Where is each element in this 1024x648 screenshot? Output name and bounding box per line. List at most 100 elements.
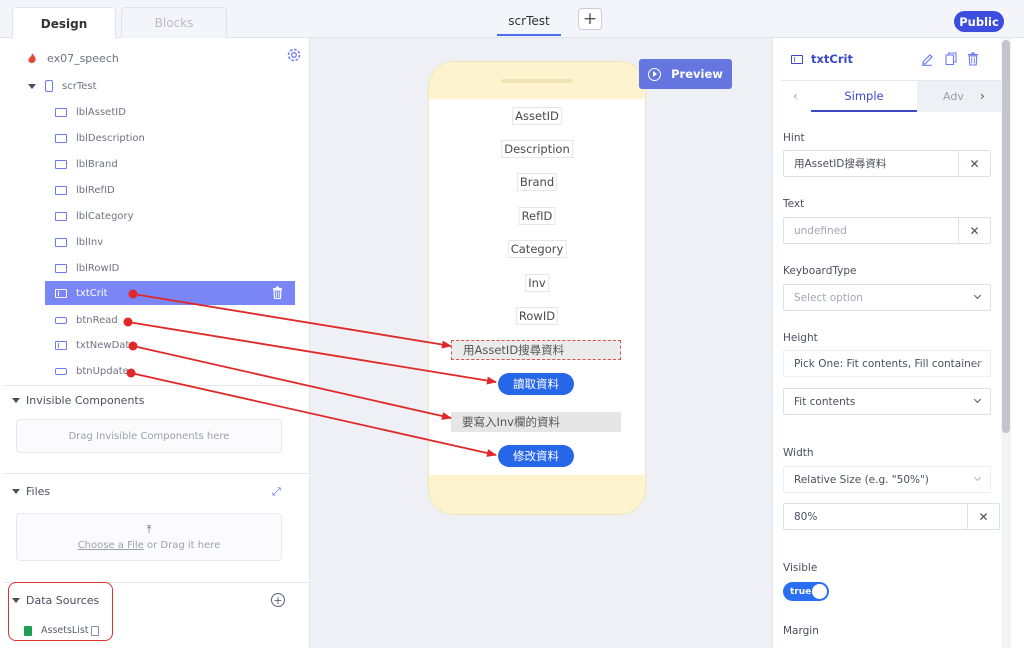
canvas-lbl-category[interactable]: Category	[507, 240, 567, 258]
section-title: Files	[26, 485, 51, 498]
tab-design[interactable]: Design	[12, 7, 116, 39]
toggle-value: true	[790, 586, 812, 597]
project-name: ex07_speech	[47, 51, 119, 65]
label-icon	[55, 107, 67, 117]
chevron-down-icon	[973, 395, 982, 404]
collapse-caret-icon[interactable]	[12, 398, 20, 403]
width-mode-select[interactable]: Relative Size (e.g. "50%")	[783, 466, 991, 493]
settings-gear-icon[interactable]	[286, 47, 302, 63]
drop-zone-text: Drag Invisible Components here	[68, 430, 230, 442]
canvas-lbl-description[interactable]: Description	[501, 140, 573, 158]
collapse-caret-icon[interactable]	[12, 489, 20, 494]
height-value-select[interactable]: Fit contents	[783, 388, 991, 415]
section-title: Data Sources	[26, 594, 100, 607]
height-mode-select[interactable]: Pick One: Fit contents, Fill container	[783, 350, 991, 377]
tree-item-lblrefid[interactable]: lblRefID	[55, 178, 115, 202]
collapse-caret-icon[interactable]	[28, 83, 36, 89]
scrollbar-thumb[interactable]	[1002, 40, 1010, 433]
upload-icon: ⤒	[146, 523, 152, 536]
duplicate-icon[interactable]	[945, 52, 957, 66]
phone-speaker	[501, 79, 573, 83]
width-value-field[interactable]: 80% ✕	[783, 503, 1000, 530]
tree-item-lblinv[interactable]: lblInv	[55, 230, 103, 254]
tree-item-btnread[interactable]: btnRead	[55, 308, 118, 332]
canvas-lbl-refid[interactable]: RefID	[518, 207, 556, 225]
data-sources-header[interactable]: Data Sources	[12, 594, 99, 607]
text-input-icon	[791, 54, 803, 64]
clear-icon[interactable]: ✕	[958, 151, 990, 176]
add-data-source-button[interactable]: +	[271, 593, 285, 607]
hint-field[interactable]: 用AssetID搜尋資料 ✕	[783, 150, 991, 177]
public-button[interactable]: Public	[954, 11, 1004, 32]
expand-icon[interactable]: ⤢	[272, 485, 281, 499]
canvas-txtcrit-input[interactable]: 用AssetID搜尋資料	[451, 340, 621, 360]
canvas-lbl-assetid[interactable]: AssetID	[512, 107, 562, 125]
invisible-components-header[interactable]: Invisible Components	[12, 394, 144, 407]
chevron-down-icon	[973, 473, 982, 482]
canvas-btnread-button[interactable]: 讀取資料	[498, 373, 574, 395]
tree-item-lblbrand[interactable]: lblBrand	[55, 152, 118, 176]
tree-screen-row[interactable]: scrTest	[28, 74, 97, 98]
keyboardtype-select[interactable]: Select option	[783, 284, 991, 311]
tab-simple[interactable]: Simple	[811, 81, 917, 112]
margin-label: Margin	[783, 625, 819, 637]
height-label: Height	[783, 332, 818, 344]
add-screen-button[interactable]: +	[578, 8, 602, 30]
delete-trash-icon[interactable]	[967, 52, 979, 66]
screen-tab-scrtest[interactable]: scrTest	[497, 8, 561, 36]
tree-item-lbldescription[interactable]: lblDescription	[55, 126, 145, 150]
visible-label: Visible	[783, 562, 818, 574]
chevron-left-icon[interactable]: ‹	[793, 89, 798, 103]
choose-file-link[interactable]: Choose a File	[78, 540, 144, 551]
files-drop-hint: or Drag it here	[143, 540, 221, 551]
tree-item-btnupdate[interactable]: btnUpdate	[55, 359, 129, 383]
tree-item-lblrowid[interactable]: lblRowID	[55, 256, 119, 280]
properties-panel: txtCrit ‹ Simple Adv › Hint 用AssetID搜尋資料…	[772, 38, 1014, 648]
files-drop-zone[interactable]: ⤒ Choose a File or Drag it here	[16, 513, 282, 561]
label-icon	[55, 159, 67, 169]
canvas-txtnewdata-input[interactable]: 要寫入Inv欄的資料	[451, 412, 621, 432]
label-icon	[55, 263, 67, 273]
tree-item-lblassetid[interactable]: lblAssetID	[55, 100, 126, 124]
tab-advanced[interactable]: Adv	[917, 81, 1003, 112]
chevron-right-icon[interactable]: ›	[980, 89, 985, 103]
copy-icon[interactable]	[90, 625, 99, 636]
canvas-lbl-inv[interactable]: Inv	[525, 274, 549, 292]
tree-item-label: btnRead	[76, 314, 118, 326]
files-header[interactable]: Files	[12, 485, 50, 498]
component-tree-panel: ex07_speech scrTest lblAssetID lblDescri…	[4, 38, 310, 648]
play-icon	[648, 67, 662, 81]
hint-value: 用AssetID搜尋資料	[794, 158, 887, 170]
project-row[interactable]: ex07_speech	[26, 46, 119, 70]
top-bar: Design Blocks scrTest + Public	[0, 0, 1024, 39]
height-value: Fit contents	[794, 395, 856, 408]
tree-item-lblcategory[interactable]: lblCategory	[55, 204, 134, 228]
canvas-btnupdate-button[interactable]: 修改資料	[498, 445, 574, 467]
component-name: txtCrit	[811, 52, 853, 66]
clear-icon[interactable]: ✕	[967, 504, 999, 529]
properties-scrollbar[interactable]	[1001, 38, 1011, 648]
canvas-lbl-brand[interactable]: Brand	[516, 173, 558, 191]
canvas-lbl-rowid[interactable]: RowID	[515, 307, 559, 325]
label-icon	[55, 237, 67, 247]
tree-item-txtcrit-selected[interactable]: txtCrit	[45, 281, 295, 305]
keyboardtype-placeholder: Select option	[794, 291, 863, 304]
section-title: Invisible Components	[26, 394, 145, 407]
text-field[interactable]: undefined ✕	[783, 217, 991, 244]
toggle-knob	[812, 584, 827, 599]
edit-pencil-icon[interactable]	[921, 52, 933, 66]
collapse-caret-icon[interactable]	[12, 598, 20, 603]
hint-label: Hint	[783, 132, 805, 144]
visible-toggle[interactable]: true	[783, 582, 829, 601]
phone-icon	[45, 80, 53, 92]
tab-blocks[interactable]: Blocks	[121, 7, 227, 38]
delete-trash-icon[interactable]	[272, 286, 283, 299]
preview-button[interactable]: Preview	[639, 59, 732, 89]
invisible-drop-zone[interactable]: Drag Invisible Components here	[16, 419, 282, 453]
tree-item-label: lblInv	[76, 236, 104, 248]
data-source-item[interactable]: AssetsList	[24, 625, 99, 636]
tree-item-txtnewdata[interactable]: txtNewData	[55, 333, 135, 357]
clear-icon[interactable]: ✕	[958, 218, 990, 243]
phone-screen: AssetID Description Brand RefID Category…	[429, 99, 645, 475]
width-mode-value: Relative Size (e.g. "50%")	[794, 473, 929, 486]
